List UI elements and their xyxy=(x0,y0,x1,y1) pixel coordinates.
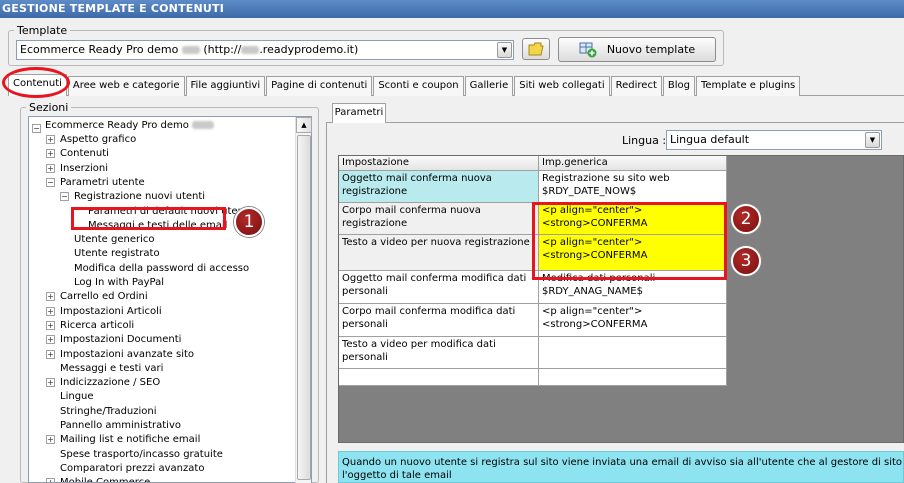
redacted-blur xyxy=(241,46,260,54)
tree-item[interactable]: Ricerca articoli xyxy=(60,319,134,333)
tree-scrollbar[interactable]: ▲ xyxy=(295,117,312,483)
tab-file-aggiuntivi[interactable]: File aggiuntivi xyxy=(185,76,266,96)
tree-item[interactable]: Pannello amministrativo xyxy=(60,419,181,433)
tab-template-plugins[interactable]: Template e plugins xyxy=(695,76,801,96)
tree-item[interactable]: Impostazioni avanzate sito xyxy=(60,348,194,362)
main-tabs: Contenuti Aree web e categorie File aggi… xyxy=(8,74,801,96)
expand-icon[interactable]: + xyxy=(46,163,55,173)
template-group-label: Template xyxy=(14,24,71,37)
setting-cell[interactable]: Oggetto mail conferma nuova registrazion… xyxy=(339,171,539,203)
info-description: Quando un nuovo utente si registra sul s… xyxy=(338,451,904,483)
collapse-icon[interactable]: − xyxy=(32,124,41,133)
tree-item[interactable]: Modifica della password di accesso xyxy=(74,262,249,276)
add-grid-icon xyxy=(579,42,597,57)
expand-icon[interactable]: + xyxy=(46,478,55,482)
expand-icon[interactable]: + xyxy=(46,435,55,445)
tab-parametri[interactable]: Parametri xyxy=(332,103,386,123)
lingua-label: Lingua : xyxy=(622,134,667,147)
template-select-mid: (http:// xyxy=(203,43,242,56)
expand-icon[interactable]: + xyxy=(46,320,55,330)
tree-item[interactable]: Inserzioni xyxy=(60,162,108,176)
template-select[interactable]: Ecommerce Ready Pro demo (http:// .readyp… xyxy=(16,40,514,60)
template-select-prefix: Ecommerce Ready Pro demo xyxy=(20,43,179,56)
tab-blog[interactable]: Blog xyxy=(662,76,695,96)
tree-item[interactable]: Registrazione nuovi utenti xyxy=(74,190,205,204)
tree-item[interactable]: Utente registrato xyxy=(74,247,160,261)
sezioni-group-label: Sezioni xyxy=(26,101,72,114)
tree-item[interactable]: Aspetto grafico xyxy=(60,133,136,147)
sections-tree[interactable]: − Ecommerce Ready Pro demo + Aspetto graf… xyxy=(28,116,312,483)
tree-item[interactable]: Indicizzazione / SEO xyxy=(60,376,160,390)
tree-item[interactable]: Carrello ed Ordini xyxy=(60,290,148,304)
info-line-2: l'oggetto di tale email xyxy=(342,470,452,481)
setting-cell[interactable]: Corpo mail conferma modifica dati person… xyxy=(339,304,539,337)
tree-item[interactable]: Impostazioni Articoli xyxy=(60,305,162,319)
column-header-generica[interactable]: Imp.generica xyxy=(539,156,727,171)
column-header-impostazione[interactable]: Impostazione xyxy=(339,156,539,171)
highlight-box-yellow-values xyxy=(532,202,727,280)
tree-item[interactable]: Spese trasporto/incasso gratuite xyxy=(60,448,223,462)
empty-cell xyxy=(339,369,539,386)
expand-icon[interactable]: + xyxy=(46,335,55,345)
expand-icon[interactable]: + xyxy=(46,349,55,359)
lingua-value: Lingua default xyxy=(670,133,750,146)
expand-icon[interactable]: + xyxy=(46,378,55,388)
tree-item[interactable]: Utente generico xyxy=(74,233,154,247)
value-cell[interactable]: <p align="center"><strong>CONFERMA xyxy=(539,304,727,337)
step-marker-1: 1 xyxy=(234,207,264,237)
setting-cell[interactable]: Testo a video per modifica dati personal… xyxy=(339,337,539,369)
highlight-ellipse-contenuti xyxy=(2,67,70,98)
expand-icon[interactable]: + xyxy=(46,306,55,316)
collapse-icon[interactable]: − xyxy=(46,177,55,187)
tree-item[interactable]: Parametri utente xyxy=(60,176,145,190)
tree-item[interactable]: Mailing list e notifiche email xyxy=(60,433,200,447)
open-folder-button[interactable] xyxy=(522,38,550,60)
expand-icon[interactable]: + xyxy=(46,135,55,144)
chevron-down-icon[interactable]: ▼ xyxy=(865,132,880,148)
tree-item[interactable]: Comparatori prezzi avanzato xyxy=(60,462,204,476)
redacted-blur xyxy=(192,121,215,129)
scroll-thumb[interactable] xyxy=(297,135,311,480)
tree-item[interactable]: Impostazioni Documenti xyxy=(60,333,181,347)
collapse-icon[interactable]: − xyxy=(60,192,69,202)
highlight-box-messaggi xyxy=(71,207,226,230)
new-template-button[interactable]: Nuovo template xyxy=(558,37,716,62)
info-line-1: Quando un nuovo utente si registra sul s… xyxy=(342,457,903,468)
tree-item[interactable]: Mobile Commerce xyxy=(60,476,150,482)
redacted-blur xyxy=(181,46,200,54)
new-template-label: Nuovo template xyxy=(606,43,696,56)
window-title: GESTIONE TEMPLATE E CONTENUTI xyxy=(0,0,904,18)
chevron-down-icon[interactable]: ▼ xyxy=(497,42,512,58)
value-cell[interactable]: Registrazione su sito web $RDY_DATE_NOW$ xyxy=(539,171,727,203)
value-cell[interactable] xyxy=(539,337,727,369)
lingua-select[interactable]: Lingua default ▼ xyxy=(666,130,882,150)
tab-redirect[interactable]: Redirect xyxy=(610,76,662,96)
template-select-suffix: .readyprodemo.it) xyxy=(259,43,359,56)
tree-item[interactable]: Log In with PayPal xyxy=(74,276,164,290)
settings-grid: Impostazione Imp.generica Oggetto mail c… xyxy=(338,155,904,443)
tree-item[interactable]: Stringhe/Traduzioni xyxy=(60,405,157,419)
expand-icon[interactable]: + xyxy=(46,292,55,302)
folder-icon xyxy=(528,42,544,56)
tree-root[interactable]: Ecommerce Ready Pro demo xyxy=(45,119,215,133)
tab-gallerie[interactable]: Gallerie xyxy=(464,76,514,96)
tree-item[interactable]: Contenuti xyxy=(60,147,109,161)
tree-root-label: Ecommerce Ready Pro demo xyxy=(45,120,189,131)
setting-cell[interactable]: Oggetto mail conferma modifica dati pers… xyxy=(339,271,539,304)
empty-cell xyxy=(539,369,727,386)
setting-cell[interactable]: Corpo mail conferma nuova registrazione xyxy=(339,203,539,235)
step-marker-3: 3 xyxy=(731,246,761,276)
tab-sconti-coupon[interactable]: Sconti e coupon xyxy=(373,76,464,96)
scroll-up-icon[interactable]: ▲ xyxy=(296,117,312,133)
expand-icon[interactable]: + xyxy=(46,149,55,159)
tab-aree-web[interactable]: Aree web e categorie xyxy=(67,76,185,96)
tab-siti-collegati[interactable]: Siti web collegati xyxy=(514,76,610,96)
tree-item[interactable]: Messaggi e testi vari xyxy=(60,362,163,376)
tab-pagine-contenuti[interactable]: Pagine di contenuti xyxy=(266,76,373,96)
setting-cell[interactable]: Testo a video per nuova registrazione xyxy=(339,235,539,271)
step-marker-2: 2 xyxy=(731,204,761,234)
tree-item[interactable]: Lingue xyxy=(60,390,94,404)
